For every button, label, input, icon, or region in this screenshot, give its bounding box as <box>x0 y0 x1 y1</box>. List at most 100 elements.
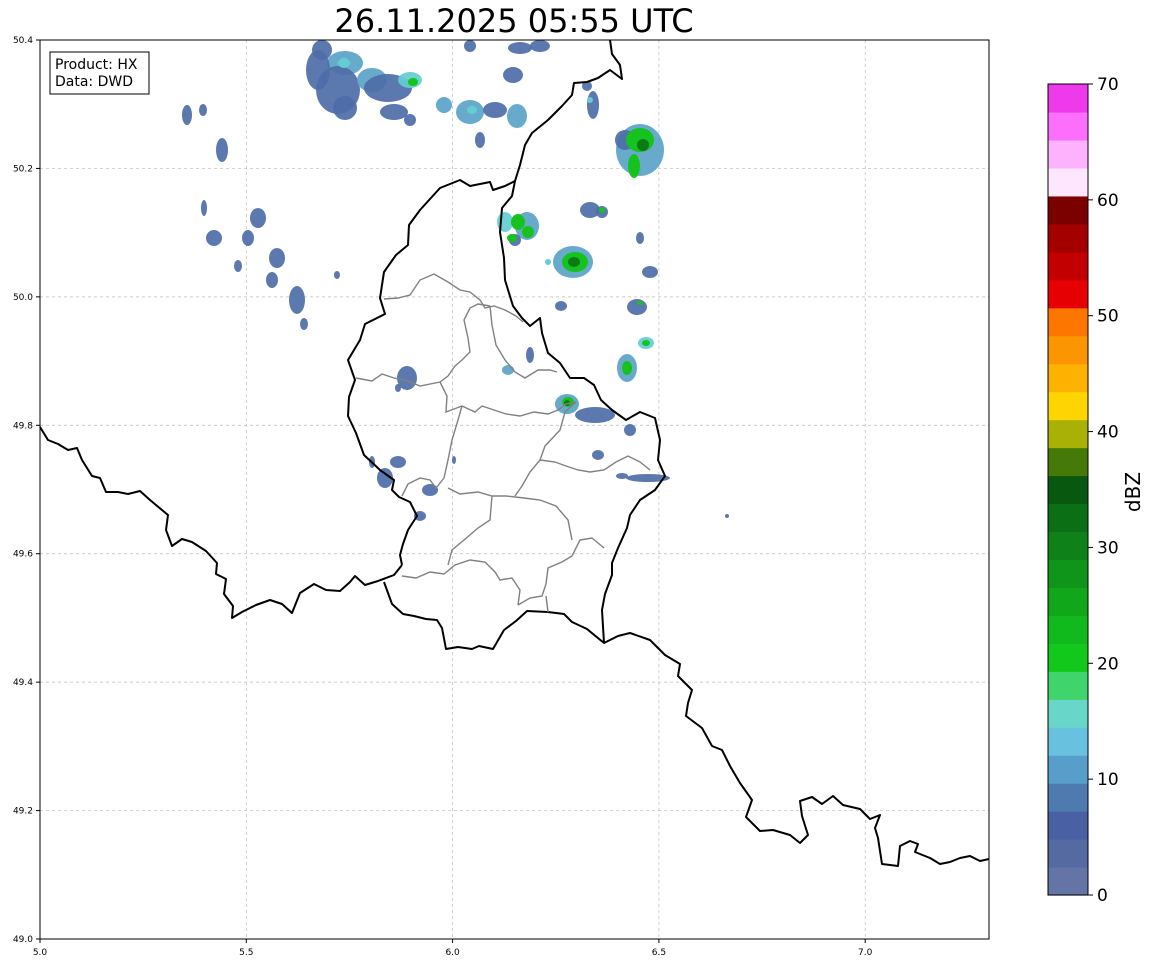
colorbar-segment <box>1048 587 1088 616</box>
colorbar-segment <box>1048 615 1088 644</box>
colorbar-segment <box>1048 335 1088 365</box>
y-tick-label: 49.2 <box>13 807 33 817</box>
product-label: Product: HX <box>55 57 138 73</box>
radar-echo-core <box>511 214 525 230</box>
radar-echo-core <box>637 301 643 305</box>
radar-echo <box>422 484 438 496</box>
radar-echo <box>475 132 485 148</box>
radar-echo-core <box>467 106 477 114</box>
radar-echo <box>483 102 507 118</box>
radar-echo <box>199 104 207 116</box>
colorbar-segment <box>1048 251 1088 281</box>
colorbar-segment <box>1048 307 1088 337</box>
colorbar: 0 10 20 30 40 50 60 70 dBZ <box>1047 75 1145 906</box>
colorbar-tick-label: 70 <box>1097 75 1119 95</box>
radar-echo <box>624 424 636 436</box>
radar-echo <box>503 67 523 83</box>
radar-echo-core <box>522 226 534 238</box>
radar-echo <box>452 456 456 464</box>
x-tick-label: 6.5 <box>652 948 666 958</box>
radar-echo <box>464 40 476 52</box>
radar-echo <box>616 473 628 479</box>
colorbar-segment <box>1048 391 1088 421</box>
colorbar-segment <box>1048 867 1088 896</box>
colorbar-segment <box>1048 111 1088 141</box>
radar-echo <box>206 230 222 246</box>
colorbar-tick-label: 30 <box>1097 538 1119 558</box>
y-tick-label: 50.2 <box>13 164 33 174</box>
colorbar-segment <box>1048 755 1088 784</box>
radar-echo-core <box>628 154 640 178</box>
radar-echo <box>333 96 357 120</box>
colorbar-segment <box>1048 84 1088 113</box>
colorbar-segments <box>1048 84 1088 896</box>
radar-echo <box>530 40 550 52</box>
y-tick-label: 49.4 <box>13 678 33 688</box>
y-tick-label: 49.6 <box>13 550 33 560</box>
radar-echo <box>508 42 532 54</box>
radar-echo <box>627 299 647 315</box>
map-title: 26.11.2025 05:55 UTC <box>334 2 693 40</box>
colorbar-segment <box>1048 363 1088 393</box>
radar-echo <box>216 138 228 162</box>
colorbar-segment <box>1048 195 1088 225</box>
colorbar-tick-label: 10 <box>1097 770 1119 790</box>
radar-echo <box>269 248 285 268</box>
colorbar-segment <box>1048 531 1088 561</box>
colorbar-segment <box>1048 475 1088 505</box>
radar-echo <box>201 200 207 216</box>
radar-map-figure: 26.11.2025 05:55 UTC 5.0 5.5 6.0 6.5 7.0 50 <box>0 0 1152 968</box>
radar-echo <box>587 91 599 119</box>
x-tick-label: 5.0 <box>33 948 48 958</box>
radar-echo <box>502 365 514 375</box>
radar-echo <box>725 514 729 518</box>
radar-echo <box>636 232 644 244</box>
colorbar-segment <box>1048 699 1088 728</box>
x-tick-label: 6.0 <box>445 948 460 958</box>
radar-echo <box>436 97 452 113</box>
radar-echo <box>555 301 567 311</box>
radar-echo <box>390 456 406 468</box>
radar-echo <box>507 104 527 128</box>
colorbar-segment <box>1048 839 1088 868</box>
colorbar-tick-label: 0 <box>1097 886 1108 906</box>
colorbar-segment <box>1048 783 1088 812</box>
colorbar-tick-label: 50 <box>1097 307 1119 327</box>
radar-echo-core <box>587 97 593 103</box>
map-panel: 5.0 5.5 6.0 6.5 7.0 50.4 50.2 50.0 49.8 49.6 49.4… <box>13 36 990 958</box>
radar-echo <box>592 450 604 460</box>
radar-echo <box>404 114 416 126</box>
radar-echo <box>300 318 308 330</box>
radar-echo <box>250 208 266 228</box>
colorbar-ticks: 0 10 20 30 40 50 60 70 <box>1088 75 1119 906</box>
data-source-label: Data: DWD <box>55 74 133 90</box>
info-box: Product: HX Data: DWD <box>49 51 150 95</box>
radar-echo-core <box>338 58 350 68</box>
radar-echo-core <box>545 259 551 265</box>
colorbar-label: dBZ <box>1121 472 1145 512</box>
radar-echo-core <box>622 361 632 375</box>
y-axis-ticks: 50.4 50.2 50.0 49.8 49.6 49.4 49.2 49.0 <box>13 36 40 945</box>
colorbar-segment <box>1048 447 1088 477</box>
colorbar-segment <box>1048 811 1088 840</box>
colorbar-segment <box>1048 671 1088 700</box>
radar-echo-core <box>637 139 649 151</box>
colorbar-segment <box>1048 419 1088 449</box>
radar-echo <box>642 266 658 278</box>
map-background <box>40 40 989 939</box>
radar-echo-core <box>408 78 418 86</box>
radar-echo <box>334 271 340 279</box>
radar-echo <box>526 347 534 363</box>
radar-echo-core <box>599 207 605 213</box>
x-tick-label: 5.5 <box>239 948 253 958</box>
x-axis-ticks: 5.0 5.5 6.0 6.5 7.0 <box>33 939 873 958</box>
radar-echo-core <box>642 340 650 346</box>
radar-echo <box>306 50 330 90</box>
colorbar-segment <box>1048 727 1088 756</box>
colorbar-segment <box>1048 279 1088 309</box>
figure-canvas: 26.11.2025 05:55 UTC 5.0 5.5 6.0 6.5 7.0 50 <box>13 2 1145 958</box>
radar-echo <box>266 272 278 288</box>
radar-echo <box>575 407 615 423</box>
colorbar-tick-label: 60 <box>1097 191 1119 211</box>
y-tick-label: 50.0 <box>13 293 33 303</box>
